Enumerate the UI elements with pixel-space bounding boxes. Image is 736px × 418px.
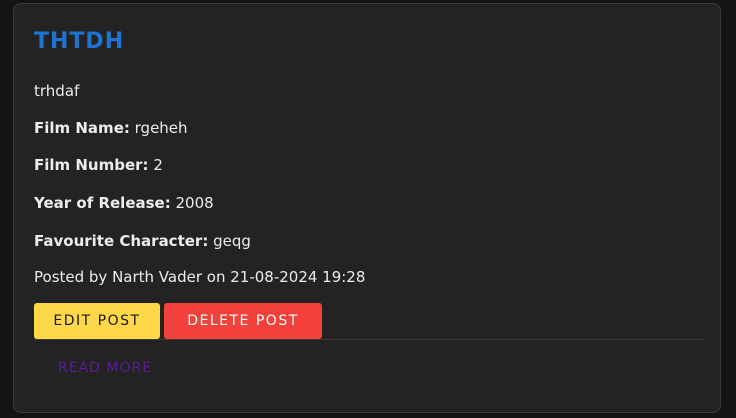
character-label: Favourite Character: — [34, 232, 209, 250]
edit-post-button[interactable]: EDIT POST — [34, 303, 160, 339]
post-card: THTDH trhdaf Film Name: rgeheh Film Numb… — [13, 3, 721, 413]
character-value: geqg — [213, 232, 251, 250]
film-number-row: Film Number: 2 — [34, 156, 163, 174]
film-number-value: 2 — [153, 156, 163, 174]
film-name-row: Film Name: rgeheh — [34, 119, 188, 137]
posted-by: Posted by Narth Vader on 21-08-2024 19:2… — [34, 268, 366, 286]
post-body: trhdaf — [34, 82, 80, 100]
delete-post-button[interactable]: DELETE POST — [164, 303, 322, 339]
year-label: Year of Release: — [34, 194, 171, 212]
year-value: 2008 — [175, 194, 214, 212]
year-row: Year of Release: 2008 — [34, 194, 214, 212]
film-name-value: rgeheh — [134, 119, 188, 137]
character-row: Favourite Character: geqg — [34, 232, 251, 250]
read-more-link[interactable]: READ MORE — [58, 360, 152, 376]
divider — [34, 339, 704, 340]
film-number-label: Film Number: — [34, 156, 149, 174]
film-name-label: Film Name: — [34, 119, 130, 137]
post-title: THTDH — [34, 29, 125, 54]
